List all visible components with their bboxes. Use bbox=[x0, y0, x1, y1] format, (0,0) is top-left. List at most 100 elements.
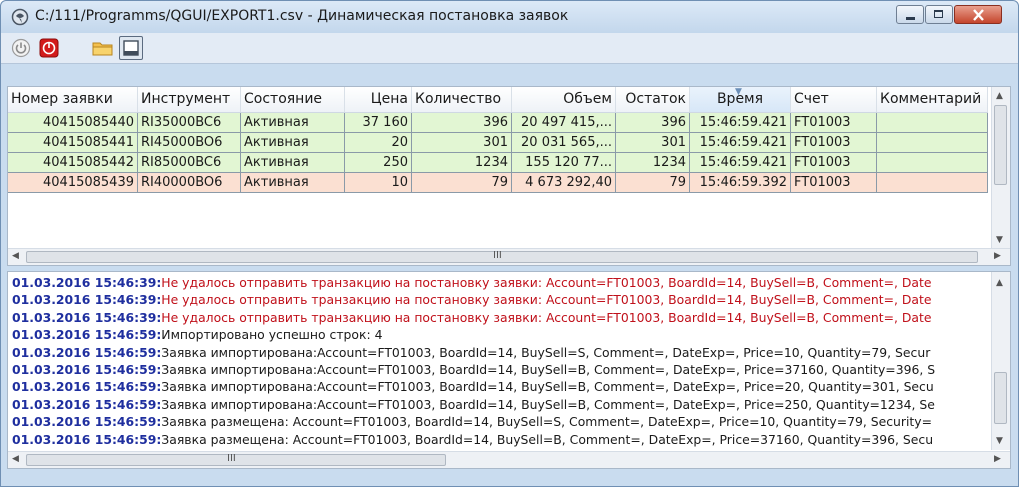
grip-label: III bbox=[493, 250, 502, 261]
title-bar[interactable]: C:/111/Programms/QGUI/EXPORT1.csv - Дина… bbox=[1, 1, 1018, 33]
app-window: C:/111/Programms/QGUI/EXPORT1.csv - Дина… bbox=[0, 0, 1019, 487]
log-timestamp: 01.03.2016 15:46:39: bbox=[12, 309, 162, 325]
cell-account: FT01003 bbox=[791, 153, 877, 173]
cell-volume: 155 120 77... bbox=[512, 153, 616, 173]
cell-comment bbox=[877, 113, 988, 133]
log-line: 01.03.2016 15:46:59:Импортировано успешн… bbox=[12, 327, 988, 343]
table-row[interactable]: 40415085442 RI85000BC6 Активная 250 1234 155 … bbox=[8, 153, 988, 173]
table-row[interactable]: 40415085441 RI45000BO6 Активная 20 301 20 031… bbox=[8, 133, 988, 153]
scroll-thumb[interactable]: III bbox=[26, 453, 446, 466]
table-horizontal-scrollbar[interactable]: ◀ III ▶ bbox=[8, 248, 1010, 265]
col-header-volume[interactable]: Объем bbox=[512, 87, 616, 112]
col-header-comment[interactable]: Комментарий bbox=[877, 87, 988, 112]
cell-price: 250 bbox=[345, 153, 412, 173]
log-timestamp: 01.03.2016 15:46:59: bbox=[12, 327, 162, 343]
power-icon bbox=[11, 38, 31, 58]
table-row[interactable]: 40415085439 RI40000BO6 Активная 10 79 4 673 2… bbox=[8, 173, 988, 193]
log-timestamp: 01.03.2016 15:46:59: bbox=[12, 414, 162, 430]
close-icon bbox=[973, 9, 984, 21]
col-header-account[interactable]: Счет bbox=[791, 87, 877, 112]
cell-price: 10 bbox=[345, 173, 412, 193]
log-timestamp: 01.03.2016 15:46:39: bbox=[12, 292, 162, 308]
col-header-instrument[interactable]: Инструмент bbox=[138, 87, 241, 112]
col-header-price[interactable]: Цена bbox=[345, 87, 412, 112]
window-title: C:/111/Programms/QGUI/EXPORT1.csv - Дина… bbox=[35, 8, 569, 24]
sort-arrow-icon: ▼ bbox=[735, 87, 742, 97]
log-message: Не удалось отправить транзакцию на поста… bbox=[161, 275, 932, 290]
scroll-down-icon[interactable]: ▼ bbox=[996, 436, 1003, 446]
scroll-left-icon[interactable]: ◀ bbox=[12, 454, 19, 464]
log-message: Заявка размещена: Account=FT01003, Board… bbox=[161, 414, 933, 430]
log-panel: 01.03.2016 15:46:39:Не удалось отправить… bbox=[7, 271, 1011, 469]
log-vertical-scrollbar[interactable]: ▲ ▼ bbox=[991, 272, 1010, 450]
cell-time: 15:46:59.421 bbox=[690, 153, 791, 173]
close-button[interactable] bbox=[954, 5, 1002, 24]
cell-volume: 20 497 415,... bbox=[512, 113, 616, 133]
scroll-thumb[interactable] bbox=[994, 105, 1007, 185]
log-horizontal-scrollbar[interactable]: ◀ III ▶ bbox=[8, 451, 1010, 468]
scroll-right-icon[interactable]: ▶ bbox=[994, 454, 1001, 464]
col-header-quantity[interactable]: Количество bbox=[412, 87, 512, 112]
cell-order-number: 40415085440 bbox=[8, 113, 138, 133]
cell-quantity: 1234 bbox=[412, 153, 512, 173]
log-timestamp: 01.03.2016 15:46:59: bbox=[12, 379, 162, 395]
col-header-remainder[interactable]: Остаток bbox=[616, 87, 690, 112]
scroll-thumb[interactable]: III bbox=[26, 250, 978, 263]
log-timestamp: 01.03.2016 15:46:59: bbox=[12, 344, 162, 360]
scroll-right-icon[interactable]: ▶ bbox=[994, 251, 1001, 261]
log-line: 01.03.2016 15:46:59:Заявка импортирована… bbox=[12, 362, 988, 378]
cell-order-number: 40415085439 bbox=[8, 173, 138, 193]
scroll-up-icon[interactable]: ▲ bbox=[996, 91, 1003, 101]
log-line: 01.03.2016 15:46:59:Заявка импортирована… bbox=[12, 345, 988, 361]
open-file-button[interactable] bbox=[91, 36, 115, 60]
cell-quantity: 396 bbox=[412, 113, 512, 133]
log-message: Не удалось отправить транзакцию на поста… bbox=[161, 292, 932, 308]
cell-time: 15:46:59.421 bbox=[690, 113, 791, 133]
window-toggle-button[interactable] bbox=[119, 36, 143, 60]
window-icon bbox=[123, 40, 139, 56]
cell-price: 20 bbox=[345, 133, 412, 153]
maximize-button[interactable] bbox=[925, 5, 953, 24]
cell-time: 15:46:59.421 bbox=[690, 133, 791, 153]
log-message: Заявка импортирована:Account=FT01003, Bo… bbox=[161, 379, 934, 395]
table-header: Номер заявки Инструмент Состояние Цена К… bbox=[8, 87, 988, 113]
cell-account: FT01003 bbox=[791, 113, 877, 133]
cell-instrument: RI40000BO6 bbox=[138, 173, 241, 193]
cell-account: FT01003 bbox=[791, 133, 877, 153]
log-timestamp: 01.03.2016 15:46:59: bbox=[12, 431, 162, 447]
table-row[interactable]: 40415085440 RI35000BC6 Активная 37 160 396 20… bbox=[8, 113, 988, 133]
table-vertical-scrollbar[interactable]: ▲ ▼ bbox=[991, 87, 1010, 250]
log-message: Импортировано успешно строк: 4 bbox=[161, 327, 383, 343]
log-line: 01.03.2016 15:46:39:Не удалось отправить… bbox=[12, 292, 988, 308]
cell-comment bbox=[877, 173, 988, 193]
cell-remainder: 396 bbox=[616, 113, 690, 133]
col-header-order-number[interactable]: Номер заявки bbox=[8, 87, 138, 112]
col-header-state[interactable]: Состояние bbox=[241, 87, 345, 112]
cell-order-number: 40415085441 bbox=[8, 133, 138, 153]
cell-state: Активная bbox=[241, 173, 345, 193]
log-message: Не удалось отправить транзакцию на поста… bbox=[161, 309, 932, 325]
cell-instrument: RI85000BC6 bbox=[138, 153, 241, 173]
toolbar bbox=[1, 33, 1018, 64]
stop-button[interactable] bbox=[37, 36, 61, 60]
scroll-up-icon[interactable]: ▲ bbox=[996, 278, 1003, 288]
power-button[interactable] bbox=[9, 36, 33, 60]
scroll-left-icon[interactable]: ◀ bbox=[12, 251, 19, 261]
log-line: 01.03.2016 15:46:39:Не удалось отправить… bbox=[12, 275, 988, 291]
cell-instrument: RI35000BC6 bbox=[138, 113, 241, 133]
stop-icon bbox=[39, 38, 59, 58]
log-line: 01.03.2016 15:46:59:Заявка импортирована… bbox=[12, 397, 988, 413]
col-header-time[interactable]: ▼ Время bbox=[690, 87, 791, 112]
app-logo-icon bbox=[11, 8, 29, 26]
log-timestamp: 01.03.2016 15:46:39: bbox=[12, 275, 162, 290]
scroll-down-icon[interactable]: ▼ bbox=[996, 235, 1003, 245]
cell-remainder: 301 bbox=[616, 133, 690, 153]
cell-remainder: 1234 bbox=[616, 153, 690, 173]
minimize-button[interactable] bbox=[896, 5, 924, 24]
grip-label: III bbox=[227, 453, 236, 464]
cell-order-number: 40415085442 bbox=[8, 153, 138, 173]
cell-state: Активная bbox=[241, 113, 345, 133]
cell-comment bbox=[877, 133, 988, 153]
log-line: 01.03.2016 15:46:39:Не удалось отправить… bbox=[12, 310, 988, 326]
scroll-thumb[interactable] bbox=[994, 372, 1007, 424]
